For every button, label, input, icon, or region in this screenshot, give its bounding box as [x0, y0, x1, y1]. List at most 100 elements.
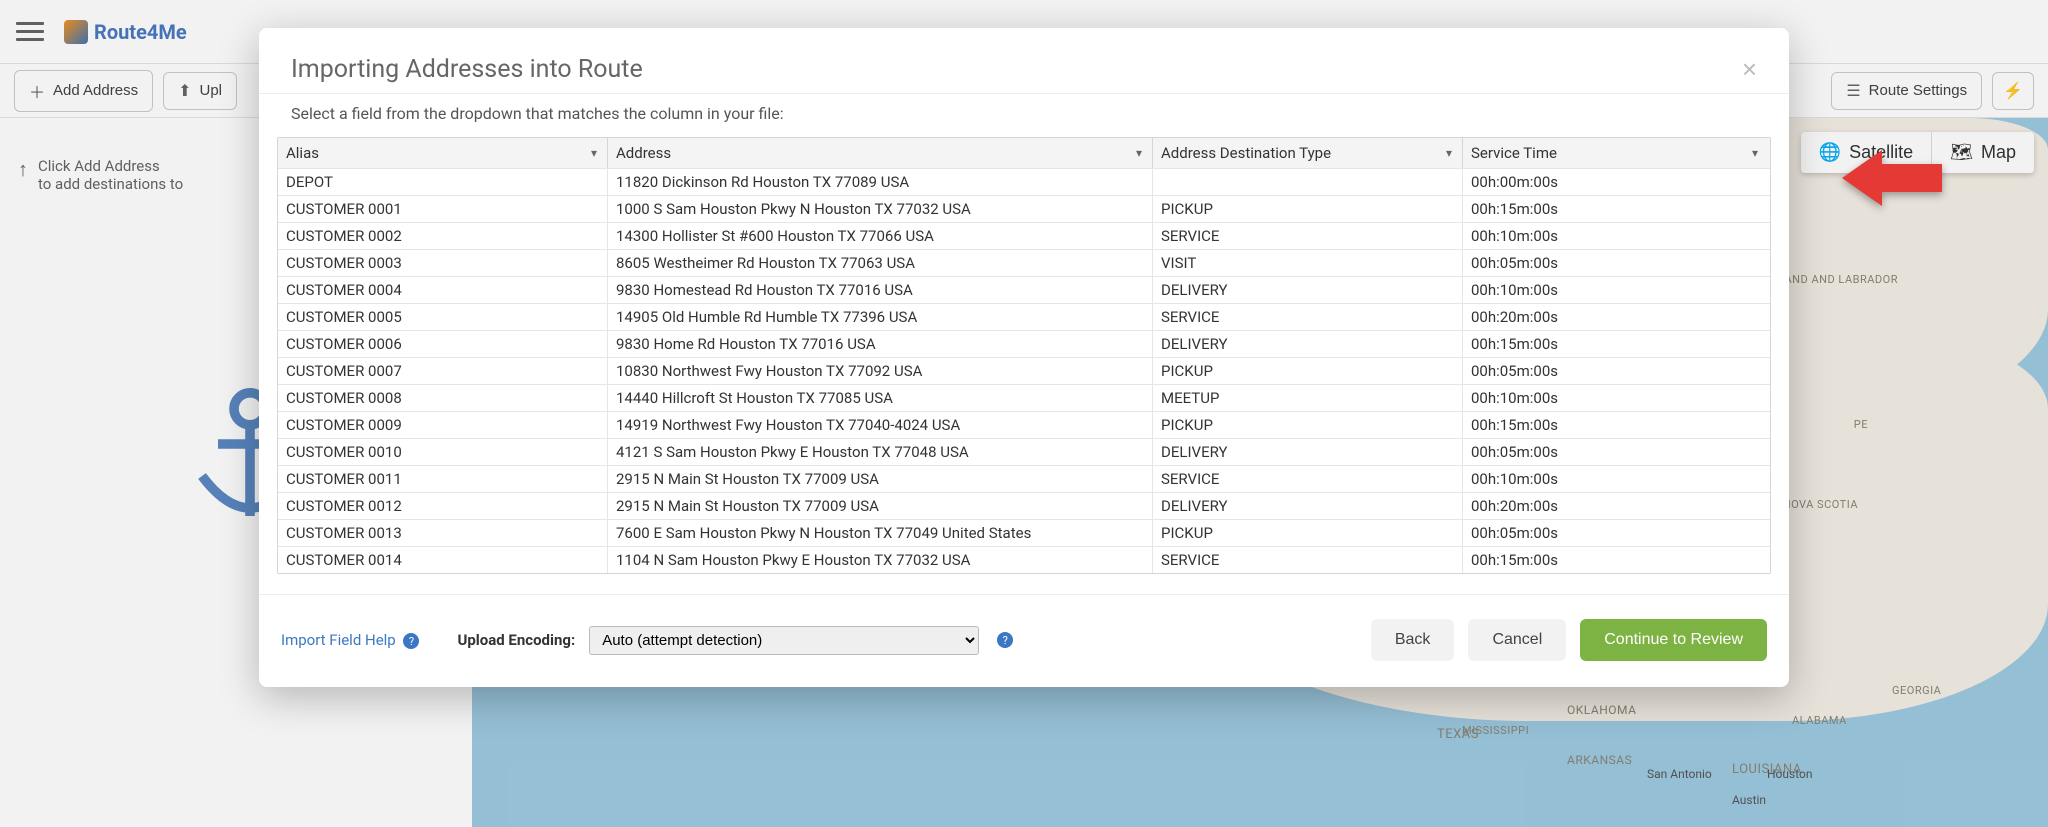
table-cell: DEPOT — [278, 169, 608, 195]
table-cell: 00h:05m:00s — [1463, 250, 1768, 276]
table-cell: DELIVERY — [1153, 331, 1463, 357]
table-cell: 9830 Homestead Rd Houston TX 77016 USA — [608, 277, 1153, 303]
table-cell: 14440 Hillcroft St Houston TX 77085 USA — [608, 385, 1153, 411]
table-row: CUSTOMER 00137600 E Sam Houston Pkwy N H… — [278, 519, 1770, 546]
table-cell: SERVICE — [1153, 223, 1463, 249]
table-cell: DELIVERY — [1153, 493, 1463, 519]
table-cell: PICKUP — [1153, 520, 1463, 546]
table-cell: 1000 S Sam Houston Pkwy N Houston TX 770… — [608, 196, 1153, 222]
table-cell: 14300 Hollister St #600 Houston TX 77066… — [608, 223, 1153, 249]
table-cell: DELIVERY — [1153, 439, 1463, 465]
table-cell: 00h:20m:00s — [1463, 304, 1768, 330]
table-cell: SERVICE — [1153, 547, 1463, 573]
table-cell: 00h:05m:00s — [1463, 439, 1768, 465]
table-cell: 7600 E Sam Houston Pkwy N Houston TX 770… — [608, 520, 1153, 546]
table-cell: 2915 N Main St Houston TX 77009 USA — [608, 466, 1153, 492]
table-cell: CUSTOMER 0001 — [278, 196, 608, 222]
table-cell: 00h:10m:00s — [1463, 466, 1768, 492]
table-cell: CUSTOMER 0008 — [278, 385, 608, 411]
table-row: CUSTOMER 000710830 Northwest Fwy Houston… — [278, 357, 1770, 384]
continue-to-review-button[interactable]: Continue to Review — [1580, 619, 1767, 661]
table-cell: VISIT — [1153, 250, 1463, 276]
table-row: CUSTOMER 000514905 Old Humble Rd Humble … — [278, 303, 1770, 330]
table-cell: SERVICE — [1153, 304, 1463, 330]
table-row: CUSTOMER 000814440 Hillcroft St Houston … — [278, 384, 1770, 411]
table-cell: 11820 Dickinson Rd Houston TX 77089 USA — [608, 169, 1153, 195]
table-cell: 14919 Northwest Fwy Houston TX 77040-402… — [608, 412, 1153, 438]
table-cell: 00h:05m:00s — [1463, 520, 1768, 546]
table-cell: MEETUP — [1153, 385, 1463, 411]
table-cell: PICKUP — [1153, 412, 1463, 438]
modal-title: Importing Addresses into Route — [291, 55, 1742, 84]
table-cell: 14905 Old Humble Rd Humble TX 77396 USA — [608, 304, 1153, 330]
table-cell: 00h:15m:00s — [1463, 196, 1768, 222]
table-cell: 00h:20m:00s — [1463, 493, 1768, 519]
table-cell: 4121 S Sam Houston Pkwy E Houston TX 770… — [608, 439, 1153, 465]
table-cell: PICKUP — [1153, 358, 1463, 384]
table-row: CUSTOMER 00104121 S Sam Houston Pkwy E H… — [278, 438, 1770, 465]
back-button[interactable]: Back — [1371, 619, 1455, 661]
table-cell: CUSTOMER 0002 — [278, 223, 608, 249]
help-icon: ? — [403, 633, 419, 649]
column-mapping-address[interactable]: Address ▾ — [608, 138, 1153, 168]
mapping-table: Alias ▾ Address ▾ Address Destination Ty… — [277, 137, 1771, 574]
table-cell: 00h:00m:00s — [1463, 169, 1768, 195]
table-cell: CUSTOMER 0009 — [278, 412, 608, 438]
table-row: DEPOT11820 Dickinson Rd Houston TX 77089… — [278, 168, 1770, 195]
modal-overlay: Importing Addresses into Route × Select … — [0, 0, 2048, 827]
table-cell: CUSTOMER 0011 — [278, 466, 608, 492]
table-cell: DELIVERY — [1153, 277, 1463, 303]
table-cell — [1153, 169, 1463, 195]
table-cell: CUSTOMER 0013 — [278, 520, 608, 546]
close-icon: × — [1742, 54, 1757, 84]
table-row: CUSTOMER 00011000 S Sam Houston Pkwy N H… — [278, 195, 1770, 222]
table-cell: CUSTOMER 0004 — [278, 277, 608, 303]
table-row: CUSTOMER 00049830 Homestead Rd Houston T… — [278, 276, 1770, 303]
table-row: CUSTOMER 00122915 N Main St Houston TX 7… — [278, 492, 1770, 519]
column-select-value: Address — [616, 144, 1144, 162]
table-row: CUSTOMER 000214300 Hollister St #600 Hou… — [278, 222, 1770, 249]
table-cell: CUSTOMER 0007 — [278, 358, 608, 384]
column-mapping-alias[interactable]: Alias ▾ — [278, 138, 608, 168]
column-select-value: Alias — [286, 144, 599, 162]
cancel-button[interactable]: Cancel — [1468, 619, 1566, 661]
table-cell: 00h:15m:00s — [1463, 331, 1768, 357]
table-cell: 10830 Northwest Fwy Houston TX 77092 USA — [608, 358, 1153, 384]
table-cell: CUSTOMER 0006 — [278, 331, 608, 357]
close-button[interactable]: × — [1742, 54, 1757, 85]
column-select-value: Service Time — [1471, 144, 1760, 162]
table-cell: 00h:10m:00s — [1463, 223, 1768, 249]
table-cell: 00h:15m:00s — [1463, 547, 1768, 573]
import-addresses-modal: Importing Addresses into Route × Select … — [259, 28, 1789, 687]
table-cell: CUSTOMER 0005 — [278, 304, 608, 330]
table-cell: 2915 N Main St Houston TX 77009 USA — [608, 493, 1153, 519]
table-cell: CUSTOMER 0014 — [278, 547, 608, 573]
column-mapping-service-time[interactable]: Service Time ▾ — [1463, 138, 1768, 168]
modal-subtitle: Select a field from the dropdown that ma… — [259, 93, 1789, 137]
table-cell: 00h:10m:00s — [1463, 385, 1768, 411]
table-cell: 00h:15m:00s — [1463, 412, 1768, 438]
table-row: CUSTOMER 00038605 Westheimer Rd Houston … — [278, 249, 1770, 276]
table-cell: 00h:05m:00s — [1463, 358, 1768, 384]
table-cell: CUSTOMER 0010 — [278, 439, 608, 465]
table-cell: 8605 Westheimer Rd Houston TX 77063 USA — [608, 250, 1153, 276]
modal-footer: Import Field Help ? Upload Encoding: Aut… — [259, 594, 1789, 687]
table-cell: 1104 N Sam Houston Pkwy E Houston TX 770… — [608, 547, 1153, 573]
import-field-help-link[interactable]: Import Field Help ? — [281, 631, 419, 650]
encoding-select[interactable]: Auto (attempt detection) — [589, 626, 979, 655]
table-row: CUSTOMER 00069830 Home Rd Houston TX 770… — [278, 330, 1770, 357]
table-header-row: Alias ▾ Address ▾ Address Destination Ty… — [278, 138, 1770, 168]
table-row: CUSTOMER 00112915 N Main St Houston TX 7… — [278, 465, 1770, 492]
column-mapping-dest-type[interactable]: Address Destination Type ▾ — [1153, 138, 1463, 168]
help-icon[interactable]: ? — [997, 632, 1013, 648]
table-cell: CUSTOMER 0012 — [278, 493, 608, 519]
table-cell: CUSTOMER 0003 — [278, 250, 608, 276]
table-row: CUSTOMER 000914919 Northwest Fwy Houston… — [278, 411, 1770, 438]
column-select-value: Address Destination Type — [1161, 144, 1454, 162]
table-cell: 00h:10m:00s — [1463, 277, 1768, 303]
table-row: CUSTOMER 00141104 N Sam Houston Pkwy E H… — [278, 546, 1770, 573]
table-cell: PICKUP — [1153, 196, 1463, 222]
table-cell: 9830 Home Rd Houston TX 77016 USA — [608, 331, 1153, 357]
encoding-label: Upload Encoding: — [457, 631, 575, 649]
help-link-label: Import Field Help — [281, 631, 396, 649]
